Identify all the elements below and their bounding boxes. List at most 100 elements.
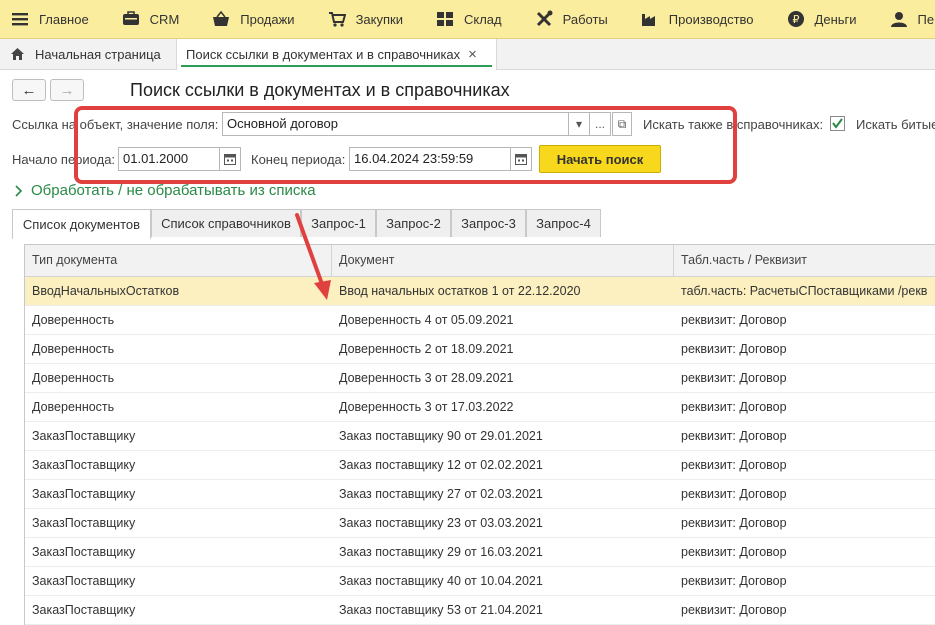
warehouse-icon (435, 9, 455, 29)
menu-label: Продажи (240, 11, 295, 27)
cell-doc-type: ЗаказПоставщику (32, 574, 136, 588)
menu-works[interactable]: Работы (524, 0, 608, 38)
cell-document: Заказ поставщику 29 от 16.03.2021 (339, 545, 543, 559)
menu-production[interactable]: Производство (630, 0, 754, 38)
cell-document: Заказ поставщику 23 от 03.03.2021 (339, 516, 543, 530)
menu-sales[interactable]: Продажи (201, 0, 295, 38)
menu-label: Закупки (355, 11, 403, 27)
search-catalogs-checkbox[interactable] (830, 116, 845, 131)
cell-field: реквизит: Договор (681, 458, 787, 472)
table-row[interactable]: ЗаказПоставщику Заказ поставщику 29 от 16… (25, 538, 935, 567)
cell-doc-type: ЗаказПоставщику (32, 516, 136, 530)
table-row[interactable]: Доверенность Доверенность 4 от 05.09.2021… (25, 306, 935, 335)
arrow-left-icon: ← (21, 81, 37, 99)
tab-label: Поиск ссылки в документах и в справочник… (186, 47, 461, 62)
page-title: Поиск ссылки в документах и в справочник… (130, 80, 510, 100)
table-row[interactable]: ЗаказПоставщику Заказ поставщику 12 от 02… (25, 451, 935, 480)
tab-label: Начальная страница (35, 46, 161, 62)
cell-document: Доверенность 4 от 05.09.2021 (339, 313, 514, 327)
money-ruble-icon: ₽ (786, 9, 806, 29)
table-header: Тип документа Документ Табл.часть / Рекв… (25, 245, 935, 277)
page-tabs-bar: Начальная страница Поиск ссылки в докуме… (0, 39, 935, 70)
cell-document: Заказ поставщику 40 от 10.04.2021 (339, 574, 543, 588)
sales-basket-icon (211, 9, 231, 29)
cell-field: реквизит: Договор (681, 574, 787, 588)
tab-close-icon[interactable]: × (468, 46, 477, 63)
menu-personnel[interactable]: Пе (879, 0, 935, 38)
menu-label: Производство (668, 11, 754, 27)
factory-icon (640, 9, 660, 29)
hamburger-icon (10, 9, 30, 29)
highlight-annotation-box (74, 106, 737, 184)
table-row[interactable]: ЗаказПоставщику Заказ поставщику 40 от 10… (25, 567, 935, 596)
menu-label: Работы (562, 11, 608, 27)
table-row[interactable]: Доверенность Доверенность 3 от 28.09.2021… (25, 364, 935, 393)
cell-doc-type: Доверенность (32, 313, 115, 327)
table-row[interactable]: ЗаказПоставщику Заказ поставщику 53 от 21… (25, 596, 935, 625)
cell-field: реквизит: Договор (681, 487, 787, 501)
cell-doc-type: ЗаказПоставщику (32, 545, 136, 559)
purchases-cart-icon (327, 9, 347, 29)
cell-doc-type: Доверенность (32, 371, 115, 385)
table-row[interactable]: ВводНачальныхОстатков Ввод начальных оста… (25, 277, 935, 306)
tab-query-1[interactable]: Запрос-1 (301, 209, 376, 237)
cell-doc-type: ЗаказПоставщику (32, 603, 136, 617)
tab-query-3[interactable]: Запрос-3 (451, 209, 526, 237)
cell-field: реквизит: Договор (681, 429, 787, 443)
cell-field: реквизит: Договор (681, 516, 787, 530)
top-menu: Главное CRM Продажи Закупки Склад Работы (0, 0, 935, 39)
table-row[interactable]: ЗаказПоставщику Заказ поставщику 23 от 03… (25, 509, 935, 538)
menu-money[interactable]: ₽ Деньги (776, 0, 857, 38)
cell-doc-type: ЗаказПоставщику (32, 487, 136, 501)
cell-document: Доверенность 3 от 28.09.2021 (339, 371, 514, 385)
table-row[interactable]: ЗаказПоставщику Заказ поставщику 90 от 29… (25, 422, 935, 451)
cell-field: реквизит: Договор (681, 342, 787, 356)
menu-main[interactable]: Главное (0, 0, 89, 38)
cell-doc-type: ЗаказПоставщику (32, 429, 136, 443)
column-header-doc-type[interactable]: Тип документа (25, 245, 332, 276)
menu-label: Пе (917, 11, 935, 27)
menu-label: Склад (463, 11, 502, 27)
cell-document: Заказ поставщику 27 от 02.03.2021 (339, 487, 543, 501)
menu-purchases[interactable]: Закупки (317, 0, 403, 38)
table-row[interactable]: Доверенность Доверенность 3 от 17.03.2022… (25, 393, 935, 422)
cell-field: реквизит: Договор (681, 603, 787, 617)
tab-search-refs[interactable]: Поиск ссылки в документах и в справочник… (176, 39, 497, 70)
forward-button[interactable]: → (50, 79, 84, 101)
arrow-right-icon: → (59, 81, 75, 99)
cell-field: табл.часть: РасчетыСПоставщиками /рекв (681, 284, 928, 298)
crm-icon (121, 9, 141, 29)
process-list-label: Обработать / не обрабатывать из списка (31, 182, 316, 199)
back-button[interactable]: ← (12, 79, 46, 101)
cell-field: реквизит: Договор (681, 545, 787, 559)
person-icon (889, 9, 909, 29)
chevron-right-icon (15, 184, 23, 197)
tab-query-2[interactable]: Запрос-2 (376, 209, 451, 237)
table-row[interactable]: ЗаказПоставщику Заказ поставщику 27 от 02… (25, 480, 935, 509)
menu-label: Деньги (814, 11, 857, 27)
home-icon (10, 47, 25, 61)
cell-doc-type: Доверенность (32, 400, 115, 414)
search-broken-label: Искать битые (856, 117, 935, 132)
cell-document: Ввод начальных остатков 1 от 22.12.2020 (339, 284, 581, 298)
tab-documents-list[interactable]: Список документов (12, 209, 151, 239)
tab-home[interactable]: Начальная страница (0, 39, 182, 69)
menu-crm[interactable]: CRM (111, 0, 180, 38)
process-list-toggle[interactable]: Обработать / не обрабатывать из списка (15, 182, 316, 199)
column-header-document[interactable]: Документ (332, 245, 674, 276)
cell-doc-type: ВводНачальныхОстатков (32, 284, 180, 298)
tools-icon (534, 9, 554, 29)
column-header-field[interactable]: Табл.часть / Реквизит (674, 245, 935, 276)
cell-document: Заказ поставщику 53 от 21.04.2021 (339, 603, 543, 617)
tab-query-4[interactable]: Запрос-4 (526, 209, 601, 237)
svg-text:₽: ₽ (792, 13, 799, 26)
menu-warehouse[interactable]: Склад (425, 0, 502, 38)
cell-document: Доверенность 3 от 17.03.2022 (339, 400, 514, 414)
table-row[interactable]: Доверенность Доверенность 2 от 18.09.2021… (25, 335, 935, 364)
cell-document: Доверенность 2 от 18.09.2021 (339, 342, 514, 356)
menu-label: CRM (149, 11, 180, 27)
checkmark-icon (832, 118, 843, 129)
cell-field: реквизит: Договор (681, 313, 787, 327)
cell-doc-type: Доверенность (32, 342, 115, 356)
tab-catalogs-list[interactable]: Список справочников (151, 209, 301, 237)
